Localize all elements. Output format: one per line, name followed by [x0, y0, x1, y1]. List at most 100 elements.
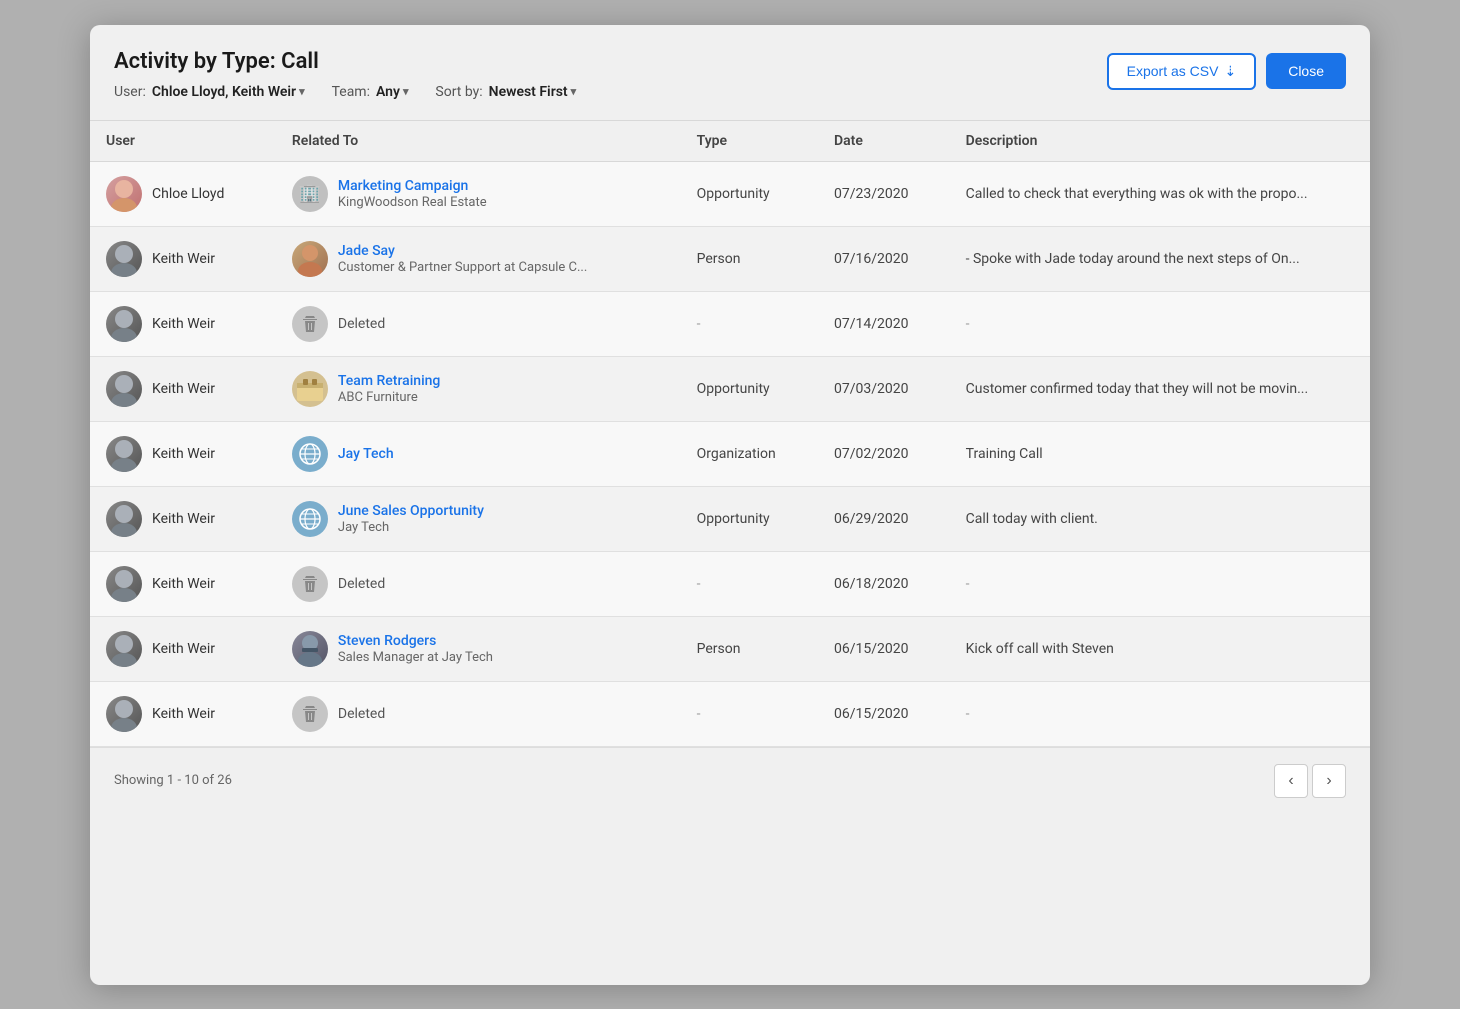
user-name: Keith Weir	[152, 641, 215, 657]
prev-page-button[interactable]: ‹	[1274, 764, 1308, 798]
related-sub: KingWoodson Real Estate	[338, 195, 487, 210]
desc-cell-2: -	[950, 291, 1370, 356]
desc-cell-6: -	[950, 551, 1370, 616]
related-link[interactable]: Steven Rodgers	[338, 633, 493, 649]
user-name: Keith Weir	[152, 251, 215, 267]
desc-cell-1: - Spoke with Jade today around the next …	[950, 226, 1370, 291]
col-description: Description	[950, 120, 1370, 161]
user-cell-6: Keith Weir	[90, 551, 276, 616]
related-cell-5: June Sales Opportunity Jay Tech	[276, 486, 681, 551]
user-cell-4: Keith Weir	[90, 421, 276, 486]
related-cell-6: Deleted	[276, 551, 681, 616]
date-cell-8: 06/15/2020	[818, 681, 950, 746]
date-cell-3: 07/03/2020	[818, 356, 950, 421]
related-sub: Jay Tech	[338, 520, 484, 535]
col-type: Type	[681, 120, 818, 161]
export-label: Export as CSV	[1127, 63, 1219, 79]
table-row: Keith Weir Deleted - 06/15/2020 -	[90, 681, 1370, 746]
team-filter-label: Team:	[332, 84, 370, 100]
team-filter-value[interactable]: Any	[376, 84, 408, 100]
related-cell-3: Team Retraining ABC Furniture	[276, 356, 681, 421]
date-cell-2: 07/14/2020	[818, 291, 950, 356]
type-cell-0: Opportunity	[681, 161, 818, 226]
related-link[interactable]: Jade Say	[338, 243, 587, 259]
sort-filter-value[interactable]: Newest First	[489, 84, 577, 100]
modal-footer: Showing 1 - 10 of 26 ‹ ›	[90, 747, 1370, 814]
type-cell-1: Person	[681, 226, 818, 291]
col-user: User	[90, 120, 276, 161]
date-cell-7: 06/15/2020	[818, 616, 950, 681]
activity-modal: Activity by Type: Call User: Chloe Lloyd…	[90, 25, 1370, 985]
user-cell-0: Chloe Lloyd	[90, 161, 276, 226]
related-link[interactable]: June Sales Opportunity	[338, 503, 484, 519]
related-cell-8: Deleted	[276, 681, 681, 746]
user-cell-3: Keith Weir	[90, 356, 276, 421]
user-filter-value[interactable]: Chloe Lloyd, Keith Weir	[152, 84, 305, 100]
related-name: Deleted	[338, 706, 385, 722]
desc-cell-3: Customer confirmed today that they will …	[950, 356, 1370, 421]
type-cell-5: Opportunity	[681, 486, 818, 551]
date-cell-6: 06/18/2020	[818, 551, 950, 616]
activity-table: User Related To Type Date Description Ch…	[90, 120, 1370, 747]
related-link[interactable]: Marketing Campaign	[338, 178, 487, 194]
pagination: ‹ ›	[1274, 764, 1346, 798]
filter-separator-1	[315, 84, 322, 100]
export-csv-button[interactable]: Export as CSV ⇣	[1107, 53, 1257, 90]
table-row: Keith Weir Jade Say Customer & Partner S…	[90, 226, 1370, 291]
user-name: Keith Weir	[152, 706, 215, 722]
desc-cell-4: Training Call	[950, 421, 1370, 486]
user-cell-5: Keith Weir	[90, 486, 276, 551]
table-row: Keith Weir Deleted - 07/14/2020 -	[90, 291, 1370, 356]
user-name: Keith Weir	[152, 511, 215, 527]
type-cell-3: Opportunity	[681, 356, 818, 421]
filter-separator-2	[418, 84, 425, 100]
related-cell-0: 🏢 Marketing Campaign KingWoodson Real Es…	[276, 161, 681, 226]
table-row: Keith Weir Steven Rodgers Sales Manager …	[90, 616, 1370, 681]
user-name: Keith Weir	[152, 381, 215, 397]
user-filter-label: User:	[114, 84, 146, 100]
type-cell-7: Person	[681, 616, 818, 681]
type-cell-6: -	[681, 551, 818, 616]
table-row: Chloe Lloyd 🏢 Marketing Campaign KingWoo…	[90, 161, 1370, 226]
related-cell-2: Deleted	[276, 291, 681, 356]
related-link[interactable]: Jay Tech	[338, 446, 394, 462]
user-cell-8: Keith Weir	[90, 681, 276, 746]
date-cell-1: 07/16/2020	[818, 226, 950, 291]
desc-cell-8: -	[950, 681, 1370, 746]
table-row: Keith Weir June Sales Opportunity Jay Te…	[90, 486, 1370, 551]
related-cell-7: Steven Rodgers Sales Manager at Jay Tech	[276, 616, 681, 681]
table-row: Keith Weir Jay Tech Organization	[90, 421, 1370, 486]
user-name: Keith Weir	[152, 316, 215, 332]
close-button[interactable]: Close	[1266, 53, 1346, 89]
related-name: Deleted	[338, 576, 385, 592]
desc-cell-7: Kick off call with Steven	[950, 616, 1370, 681]
related-link[interactable]: Team Retraining	[338, 373, 440, 389]
related-sub: ABC Furniture	[338, 390, 440, 405]
related-cell-4: Jay Tech	[276, 421, 681, 486]
sort-filter-label: Sort by:	[435, 84, 482, 100]
related-sub: Customer & Partner Support at Capsule C.…	[338, 260, 587, 275]
user-name: Chloe Lloyd	[152, 186, 224, 202]
user-name: Keith Weir	[152, 446, 215, 462]
user-name: Keith Weir	[152, 576, 215, 592]
type-cell-8: -	[681, 681, 818, 746]
table-row: Keith Weir Deleted - 06/18/2020 -	[90, 551, 1370, 616]
col-related: Related To	[276, 120, 681, 161]
type-cell-4: Organization	[681, 421, 818, 486]
desc-cell-5: Call today with client.	[950, 486, 1370, 551]
modal-title: Activity by Type: Call	[114, 49, 576, 74]
user-cell-7: Keith Weir	[90, 616, 276, 681]
user-cell-2: Keith Weir	[90, 291, 276, 356]
user-cell-1: Keith Weir	[90, 226, 276, 291]
related-name: Deleted	[338, 316, 385, 332]
related-sub: Sales Manager at Jay Tech	[338, 650, 493, 665]
type-cell-2: -	[681, 291, 818, 356]
table-body: Chloe Lloyd 🏢 Marketing Campaign KingWoo…	[90, 161, 1370, 746]
header-buttons: Export as CSV ⇣ Close	[1107, 53, 1346, 90]
modal-header: Activity by Type: Call User: Chloe Lloyd…	[90, 25, 1370, 100]
showing-text: Showing 1 - 10 of 26	[114, 773, 232, 788]
modal-filters: User: Chloe Lloyd, Keith Weir Team: Any …	[114, 84, 576, 100]
modal-title-area: Activity by Type: Call User: Chloe Lloyd…	[114, 49, 576, 100]
table-container: User Related To Type Date Description Ch…	[90, 120, 1370, 747]
next-page-button[interactable]: ›	[1312, 764, 1346, 798]
